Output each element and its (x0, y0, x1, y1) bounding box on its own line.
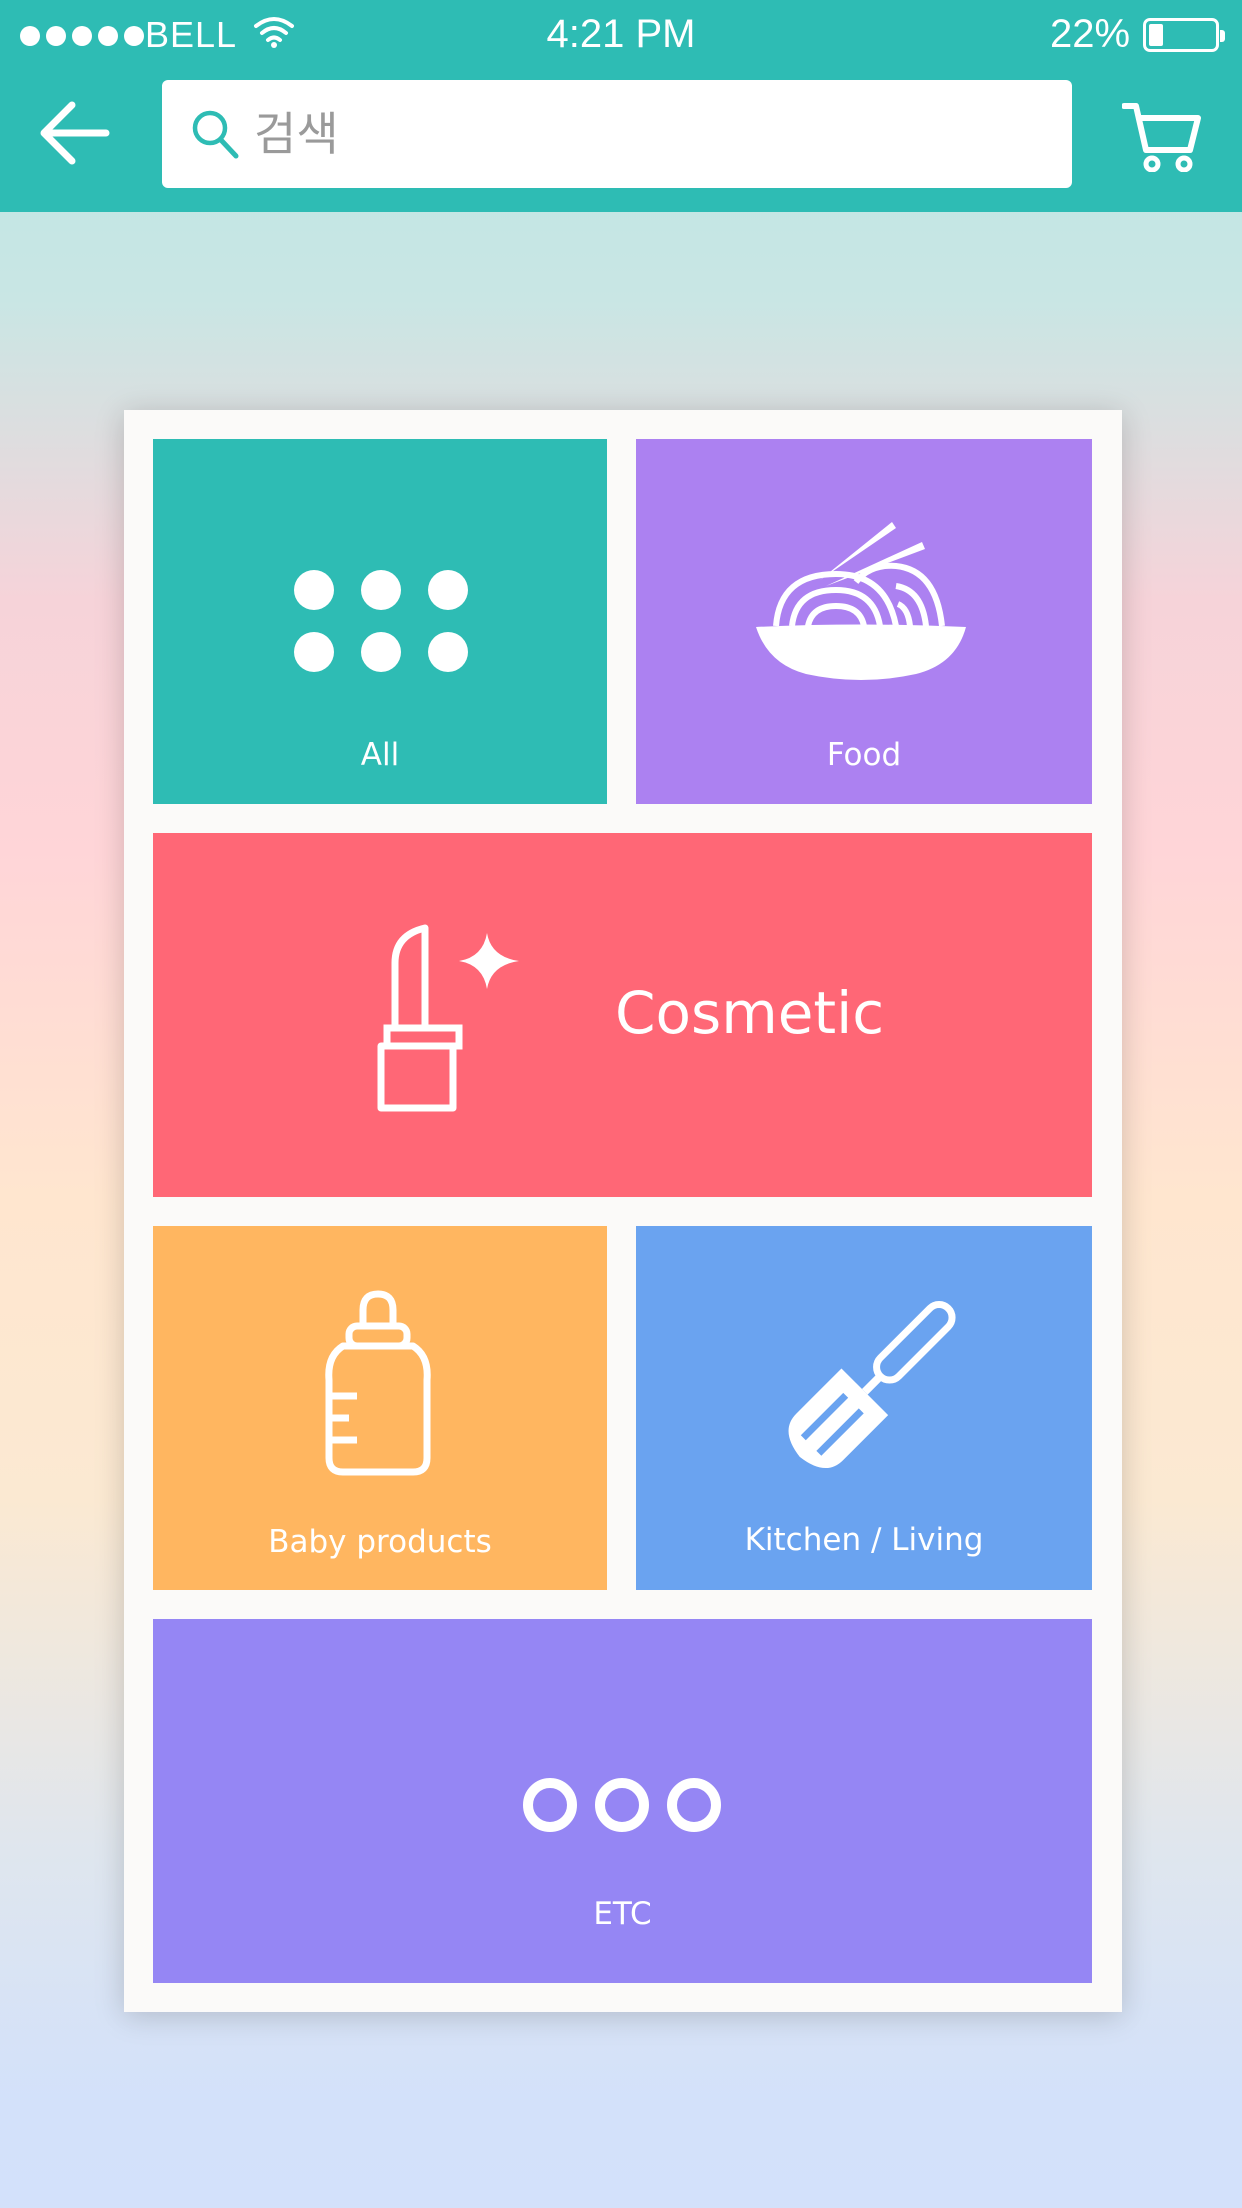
category-tile-all[interactable]: All (153, 439, 607, 804)
arrow-left-icon[interactable] (36, 98, 112, 168)
battery-icon (1143, 18, 1225, 52)
category-tile-food[interactable]: Food (636, 439, 1092, 804)
app-header: BELL 4:21 PM 22% (0, 0, 1242, 212)
category-tile-baby-products[interactable]: Baby products (153, 1226, 607, 1590)
noodle-bowl-icon (756, 522, 966, 680)
lipstick-icon (377, 924, 519, 1112)
status-bar: BELL 4:21 PM 22% (0, 0, 1242, 70)
category-label: Food (826, 737, 902, 773)
category-tile-etc[interactable]: ETC (153, 1619, 1092, 1983)
grid-dots-icon (294, 570, 468, 672)
category-card: All Food Cosmetic Baby products Kitchen … (124, 410, 1122, 2012)
category-label: Baby products (268, 1524, 492, 1560)
more-circles-icon (523, 1778, 721, 1832)
spatula-icon (788, 1301, 956, 1468)
battery-percent: 22% (1050, 12, 1131, 56)
baby-bottle-icon (325, 1290, 431, 1476)
search-bar[interactable] (162, 80, 1072, 188)
category-label: Kitchen / Living (744, 1522, 984, 1558)
magnifier-icon (192, 110, 239, 159)
category-label: All (360, 737, 400, 773)
search-input[interactable] (254, 102, 1034, 166)
category-label: Cosmetic (615, 979, 885, 1047)
category-label: ETC (593, 1896, 652, 1932)
category-tile-cosmetic[interactable]: Cosmetic (153, 833, 1092, 1197)
shopping-cart-icon[interactable] (1122, 100, 1202, 172)
category-tile-kitchen-living[interactable]: Kitchen / Living (636, 1226, 1092, 1590)
